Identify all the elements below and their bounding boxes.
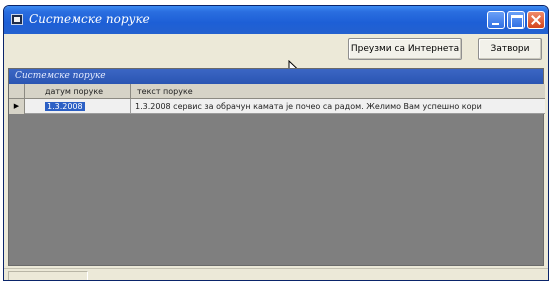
title-bar[interactable]: Системске поруке — [4, 6, 548, 34]
close-button[interactable]: Затвори — [478, 38, 542, 60]
status-panel — [8, 271, 88, 280]
column-header-text[interactable]: текст поруке — [131, 84, 545, 99]
maximize-button[interactable] — [507, 11, 525, 29]
close-window-button[interactable] — [527, 11, 545, 29]
message-date-cell[interactable]: 1.3.2008 — [25, 99, 131, 114]
table-row[interactable]: ▶ 1.3.2008 1.3.2008 сервис за обрачун ка… — [9, 99, 545, 114]
status-bar — [4, 268, 548, 280]
message-text-cell[interactable]: 1.3.2008 сервис за обрачун камата је поч… — [131, 99, 545, 114]
minimize-button[interactable] — [487, 11, 505, 29]
download-from-internet-button[interactable]: Преузми са Интернета — [348, 38, 462, 60]
column-header-date[interactable]: датум поруке — [25, 84, 131, 99]
system-messages-window: Системске поруке Преузми са Интернета За… — [3, 5, 549, 281]
message-date-value: 1.3.2008 — [45, 102, 85, 111]
current-row-arrow-icon[interactable]: ▶ — [9, 99, 25, 114]
row-selector-header — [9, 84, 25, 99]
grid-header: датум поруке текст поруке — [9, 84, 545, 99]
app-icon — [11, 14, 23, 25]
messages-grid[interactable]: Системске поруке датум поруке текст пору… — [8, 68, 545, 266]
grid-caption: Системске поруке — [9, 69, 543, 84]
window-title: Системске поруке — [29, 12, 150, 26]
